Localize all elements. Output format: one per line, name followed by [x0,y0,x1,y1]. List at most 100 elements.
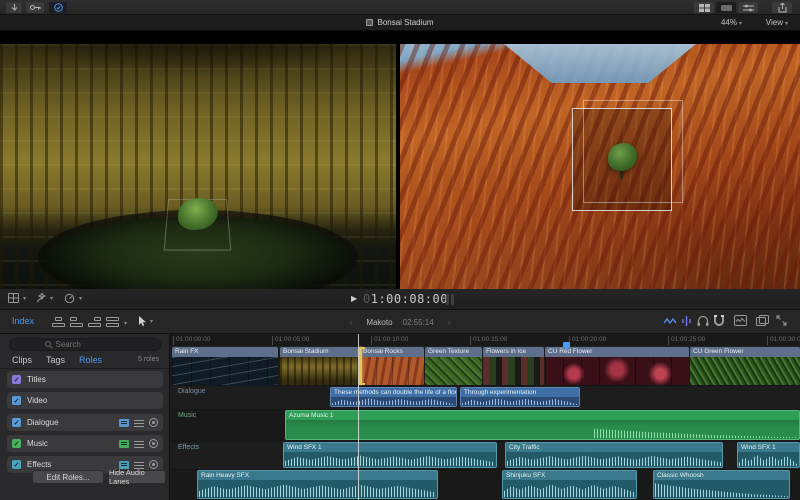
role-name: Titles [27,375,158,384]
audio-clip[interactable]: Rain Heavy SFX [197,470,438,499]
retime-gauge-icon [64,293,75,303]
chevron-down-icon: ▾ [785,21,788,27]
video-clip[interactable]: Bonsai Rocks [360,347,424,385]
grid-display-icon [8,293,19,303]
tab-clips[interactable]: Clips [12,355,32,365]
audio-clip-title: Shinjuku SFX [503,471,636,480]
search-input[interactable] [56,340,126,349]
timeline-area[interactable]: 01:00:00:0001:00:05:0001:00:10:0001:00:1… [170,334,800,500]
lane-label-effects: Effects [178,444,199,451]
import-button[interactable] [6,2,22,13]
browser-grid-icon [699,4,710,12]
role-checkbox[interactable]: ✓ [12,375,21,384]
role-row-video[interactable]: ✓Video [7,392,163,409]
video-clip-thumbnails [483,357,544,385]
clip-appearance-icon [734,315,747,326]
role-checkbox[interactable]: ✓ [12,439,21,448]
keyword-button[interactable] [26,2,44,13]
browser-view-button[interactable] [694,2,714,13]
audio-meter-right[interactable] [451,294,454,305]
main-viewer-image[interactable] [400,44,800,289]
video-clip[interactable]: Bonsai Stadium [280,347,358,385]
viewer-zoom-menu[interactable]: 44%▾ [721,18,742,27]
audio-clip-title: Classic Whoosh [654,471,789,480]
divider [0,368,170,369]
expand-button[interactable] [776,315,787,326]
view-settings-button[interactable] [738,2,758,13]
waveform-area [284,452,496,467]
video-clip[interactable]: CU Red Flower [545,347,689,385]
role-row-titles[interactable]: ✓ Titles [7,371,163,388]
audio-clip[interactable]: Wind SFX 1 [283,442,497,468]
audio-clip[interactable]: These methods can double the life of a f… [330,387,457,407]
share-button[interactable] [772,2,792,13]
video-clip[interactable]: CU Green Flower [690,347,800,385]
tab-roles[interactable]: Roles [79,355,102,365]
video-clip-title: Bonsai Rocks [360,347,424,357]
project-icon [366,19,373,26]
timecode-display: 01:00:08:00 [363,292,448,306]
selected-edit-edge[interactable] [359,347,362,385]
skimming-toggle[interactable] [664,315,677,327]
audio-clip-title: These methods can double the life of a f… [331,388,456,397]
video-clip-thumbnails [172,357,278,385]
role-settings-icon[interactable] [149,418,158,427]
history-forward-button[interactable]: › [448,317,451,327]
bonsai-tree-shape [608,143,636,171]
role-checkbox[interactable]: ✓ [12,460,21,469]
role-controls [119,418,158,427]
audio-clip[interactable]: Classic Whoosh [653,470,790,499]
history-back-button[interactable]: ‹ [349,317,352,327]
subroles-icon[interactable] [134,440,144,448]
audio-meter-left[interactable] [446,294,449,305]
share-icon [778,3,787,13]
search-field[interactable] [9,338,161,351]
audio-lane-icon[interactable] [119,440,129,448]
key-icon [30,4,41,11]
snapping-toggle[interactable] [713,315,725,327]
audio-clip[interactable]: City Traffic [505,442,723,468]
timeline-ruler[interactable]: 01:00:00:0001:00:05:0001:00:10:0001:00:1… [170,334,800,347]
audio-clip-title: Wind SFX 1 [284,443,496,452]
project-name: Makoto [366,318,392,327]
viewer-display-menu[interactable]: ▾ [8,293,26,303]
role-checkbox[interactable]: ✓ [12,418,21,427]
video-clip-thumbnails [545,357,689,385]
background-tasks-button[interactable] [49,2,67,13]
playhead[interactable] [358,334,359,500]
video-clip[interactable]: Flowers in Ice [483,347,544,385]
role-settings-icon[interactable] [149,439,158,448]
audio-clip[interactable]: Azuma Music 1 [285,410,800,440]
filmstrip-view-icon [721,4,732,12]
import-down-arrow-icon [11,4,18,12]
video-clip-title: Rain FX [172,347,278,357]
solo-toggle[interactable] [697,315,709,327]
waveform-area [738,452,799,467]
index-panel-button[interactable] [756,315,769,326]
audio-skimming-toggle[interactable] [681,315,692,327]
role-row-music[interactable]: ✓Music [7,435,163,452]
viewer-view-menu[interactable]: View▾ [766,18,788,27]
retime-menu[interactable]: ▾ [64,293,82,303]
role-name: Dialogue [27,418,119,427]
audio-lane-icon[interactable] [119,419,129,427]
enhancements-menu[interactable]: ▾ [36,293,53,303]
audio-clip[interactable]: Wind SFX 1 [737,442,800,468]
clip-appearance-button[interactable] [734,315,747,326]
play-button[interactable]: ▶ [351,294,357,303]
filmstrip-view-button[interactable] [716,2,736,13]
video-clip[interactable]: Rain FX [172,347,278,385]
subroles-icon[interactable] [134,419,144,427]
lane-label-music: Music [178,412,196,419]
audio-clip[interactable]: Shinjuku SFX [502,470,637,499]
audio-clip[interactable]: Through experimentation [460,387,580,407]
video-clip[interactable]: Green Texture [425,347,482,385]
event-viewer-image[interactable] [0,44,396,289]
tab-tags[interactable]: Tags [46,355,65,365]
role-checkbox[interactable]: ✓ [12,396,21,405]
edit-roles-button[interactable]: Edit Roles... [32,470,104,484]
role-row-dialogue[interactable]: ✓ Dialogue [7,414,163,431]
hide-audio-lanes-button[interactable]: Hide Audio Lanes [108,470,166,484]
audio-clip-title: Wind SFX 1 [738,443,799,452]
project-duration: 02:55:14 [403,318,434,327]
